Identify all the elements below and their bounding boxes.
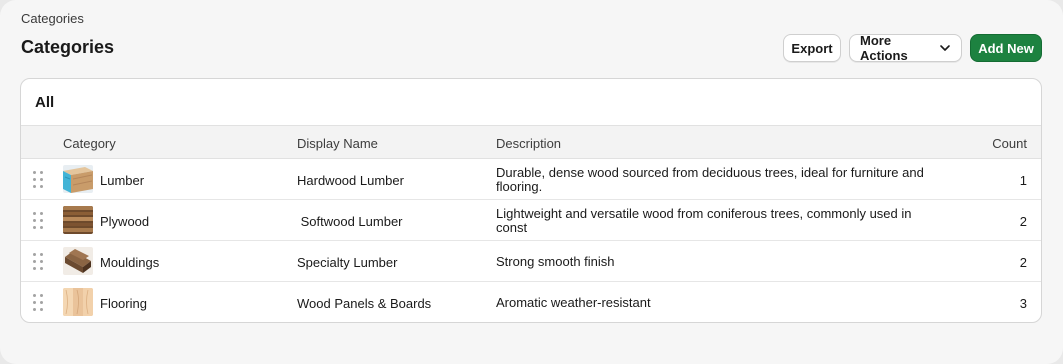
category-name: Plywood [100, 214, 150, 229]
description: Aromatic weather-resistant [496, 295, 651, 310]
display-name: Specialty Lumber [297, 255, 398, 270]
categories-page: Categories Categories Export More Action… [0, 0, 1063, 364]
count: 2 [1019, 255, 1027, 270]
display-name: Hardwood Lumber [297, 173, 404, 188]
table-row[interactable]: Lumber Hardwood Lumber Durable, dense wo… [21, 159, 1041, 200]
drag-handle-icon[interactable] [33, 171, 45, 189]
count: 2 [1019, 214, 1027, 229]
add-new-button[interactable]: Add New [970, 34, 1042, 62]
description: Lightweight and versatile wood from coni… [496, 206, 912, 235]
count: 1 [1019, 173, 1027, 188]
description: Strong smooth finish [496, 254, 615, 269]
export-button[interactable]: Export [783, 34, 841, 62]
chevron-down-icon [939, 42, 951, 54]
category-name: Lumber [100, 173, 145, 188]
category-name: Flooring [100, 296, 147, 311]
drag-handle-icon[interactable] [33, 253, 45, 271]
table-header: Category Display Name Description Count [21, 126, 1041, 159]
display-name: Wood Panels & Boards [297, 296, 432, 311]
tab-all[interactable]: All [35, 94, 54, 111]
mouldings-thumbnail-icon [63, 247, 93, 275]
column-header-count[interactable]: Count [992, 136, 1027, 151]
table-row[interactable]: Plywood Softwood Lumber Lightweight and … [21, 200, 1041, 241]
category-name: Mouldings [100, 255, 160, 270]
flooring-thumbnail-icon [63, 288, 93, 316]
more-actions-label: More Actions [860, 33, 908, 63]
drag-handle-icon[interactable] [33, 294, 45, 312]
column-header-display-name[interactable]: Display Name [297, 136, 378, 151]
display-name: Softwood Lumber [297, 214, 403, 229]
column-header-category[interactable]: Category [63, 136, 116, 151]
table-row[interactable]: Flooring Wood Panels & Boards Aromatic w… [21, 282, 1041, 322]
breadcrumb[interactable]: Categories [21, 11, 84, 26]
count: 3 [1019, 296, 1027, 311]
more-actions-button[interactable]: More Actions [849, 33, 962, 63]
page-title: Categories [21, 37, 115, 57]
page-actions: Export More Actions Add New [783, 33, 1042, 63]
categories-card: All Category Display Name Description Co… [20, 78, 1042, 323]
drag-handle-icon[interactable] [33, 212, 45, 230]
lumber-thumbnail-icon [63, 165, 93, 193]
description: Durable, dense wood sourced from deciduo… [496, 165, 924, 194]
plywood-thumbnail-icon [63, 206, 93, 234]
column-header-description[interactable]: Description [496, 136, 561, 151]
card-tabbar: All [21, 79, 1041, 126]
table-row[interactable]: Mouldings Specialty Lumber Strong smooth… [21, 241, 1041, 282]
